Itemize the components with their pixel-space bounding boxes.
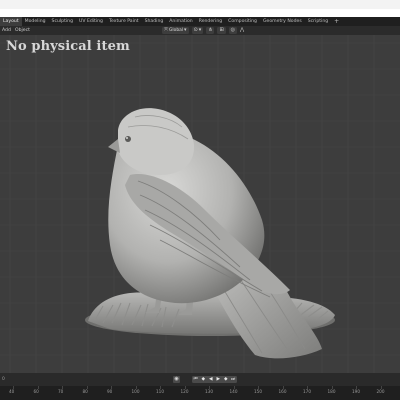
frame-marker-label: 100 xyxy=(131,389,140,394)
transform-controls: ⤧ Global ▾ ⊙ ▾ ⋔ ⊞ ◎ ⋀ xyxy=(162,27,244,34)
frame-tick xyxy=(62,386,63,389)
frame-marker-label: 140 xyxy=(229,389,238,394)
workspace-tab-bar: Layout Modeling Sculpting UV Editing Tex… xyxy=(0,17,400,26)
tab-rendering[interactable]: Rendering xyxy=(196,17,225,26)
frame-tick xyxy=(13,386,14,389)
frame-marker-label: 170 xyxy=(303,389,311,394)
frame-marker-label: 60 xyxy=(33,389,39,394)
tab-shading[interactable]: Shading xyxy=(142,17,167,26)
frame-tick xyxy=(356,386,357,389)
add-workspace-button[interactable]: + xyxy=(331,17,342,26)
frame-tick xyxy=(331,386,333,389)
pivot-icon: ⊙ xyxy=(193,27,198,33)
tab-modeling[interactable]: Modeling xyxy=(22,17,49,26)
frame-marker-label: 130 xyxy=(205,389,213,394)
tab-texture-paint[interactable]: Texture Paint xyxy=(106,17,142,26)
orientation-dropdown[interactable]: ⤧ Global ▾ xyxy=(162,27,189,34)
tab-geometry-nodes[interactable]: Geometry Nodes xyxy=(260,17,305,26)
prev-key-icon[interactable]: ◆ xyxy=(200,376,208,383)
menu-add[interactable]: Add xyxy=(2,26,11,35)
frame-tick xyxy=(209,386,210,389)
frame-marker-label: 160 xyxy=(278,389,287,394)
falloff-icon[interactable]: ⋀ xyxy=(240,27,244,34)
frame-marker-label: 120 xyxy=(180,389,189,394)
jump-start-icon[interactable]: ⏮ xyxy=(192,376,200,383)
frame-marker-label: 40 xyxy=(9,389,15,394)
frame-marker-label: 190 xyxy=(352,389,360,394)
orientation-label: Global xyxy=(169,28,184,33)
timeline-header: 0 ◉ ⏮ ◆ ◀ ▶ ◆ ⏭ xyxy=(0,373,400,386)
chevron-down-icon: ▾ xyxy=(184,27,187,33)
frame-tick xyxy=(258,386,259,389)
frame-tick xyxy=(160,386,161,389)
play-icon[interactable]: ▶ xyxy=(215,376,223,383)
jump-end-icon[interactable]: ⏭ xyxy=(230,376,238,383)
frame-marker-label: 110 xyxy=(156,389,164,394)
frame-marker-label: 150 xyxy=(254,389,262,394)
frame-marker-label: 70 xyxy=(58,389,64,394)
frame-marker-label: 80 xyxy=(82,389,88,394)
magnet-icon: ⋔ xyxy=(208,27,213,33)
play-reverse-icon[interactable]: ◀ xyxy=(207,376,215,383)
frame-tick xyxy=(307,386,308,389)
grid-snap-icon: ⊞ xyxy=(219,27,224,33)
playback-controls: ⏮ ◆ ◀ ▶ ◆ ⏭ xyxy=(192,376,237,383)
frame-marker-label: 200 xyxy=(376,389,385,394)
viewport-header: Add Object ⤧ Global ▾ ⊙ ▾ ⋔ ⊞ ◎ ⋀ xyxy=(0,26,400,35)
orientation-icon: ⤧ xyxy=(164,27,169,33)
frame-tick xyxy=(86,386,88,389)
timeline-left-marker: 0 xyxy=(2,377,5,382)
frame-marker-label: 90 xyxy=(107,389,113,394)
proportional-icon: ◎ xyxy=(230,27,236,33)
auto-keying-button[interactable]: ◉ xyxy=(173,376,180,383)
top-strip xyxy=(0,0,400,9)
blender-window: Layout Modeling Sculpting UV Editing Tex… xyxy=(0,0,400,400)
frame-tick xyxy=(233,386,235,389)
bird-sculpture xyxy=(85,108,335,359)
tab-scripting[interactable]: Scripting xyxy=(305,17,331,26)
chevron-down-icon: ▾ xyxy=(198,27,202,33)
tab-sculpting[interactable]: Sculpting xyxy=(49,17,76,26)
frame-tick xyxy=(380,386,382,389)
proportional-edit-toggle[interactable]: ◎ xyxy=(228,27,238,34)
next-key-icon[interactable]: ◆ xyxy=(222,376,230,383)
frame-tick xyxy=(111,386,112,389)
record-icon: ◉ xyxy=(174,376,179,382)
frame-tick xyxy=(37,386,39,389)
watermark-text: No physical item xyxy=(6,39,130,54)
tab-layout[interactable]: Layout xyxy=(0,17,22,26)
frame-tick xyxy=(135,386,137,389)
tab-uv-editing[interactable]: UV Editing xyxy=(76,17,106,26)
frame-marker-label: 180 xyxy=(327,389,336,394)
snap-target-dropdown[interactable]: ⊞ xyxy=(217,27,226,34)
pivot-dropdown[interactable]: ⊙ ▾ xyxy=(191,27,204,34)
frame-tick xyxy=(282,386,284,389)
menu-object[interactable]: Object xyxy=(15,26,30,35)
tab-animation[interactable]: Animation xyxy=(166,17,195,26)
snap-toggle[interactable]: ⋔ xyxy=(206,27,215,34)
timeline-ruler[interactable]: 40 60 70 80 90 100 110 120 130 140 150 160 170 180 190… xyxy=(0,386,400,400)
3d-viewport[interactable]: No physical item xyxy=(0,35,400,373)
tab-compositing[interactable]: Compositing xyxy=(225,17,260,26)
frame-tick xyxy=(184,386,186,389)
